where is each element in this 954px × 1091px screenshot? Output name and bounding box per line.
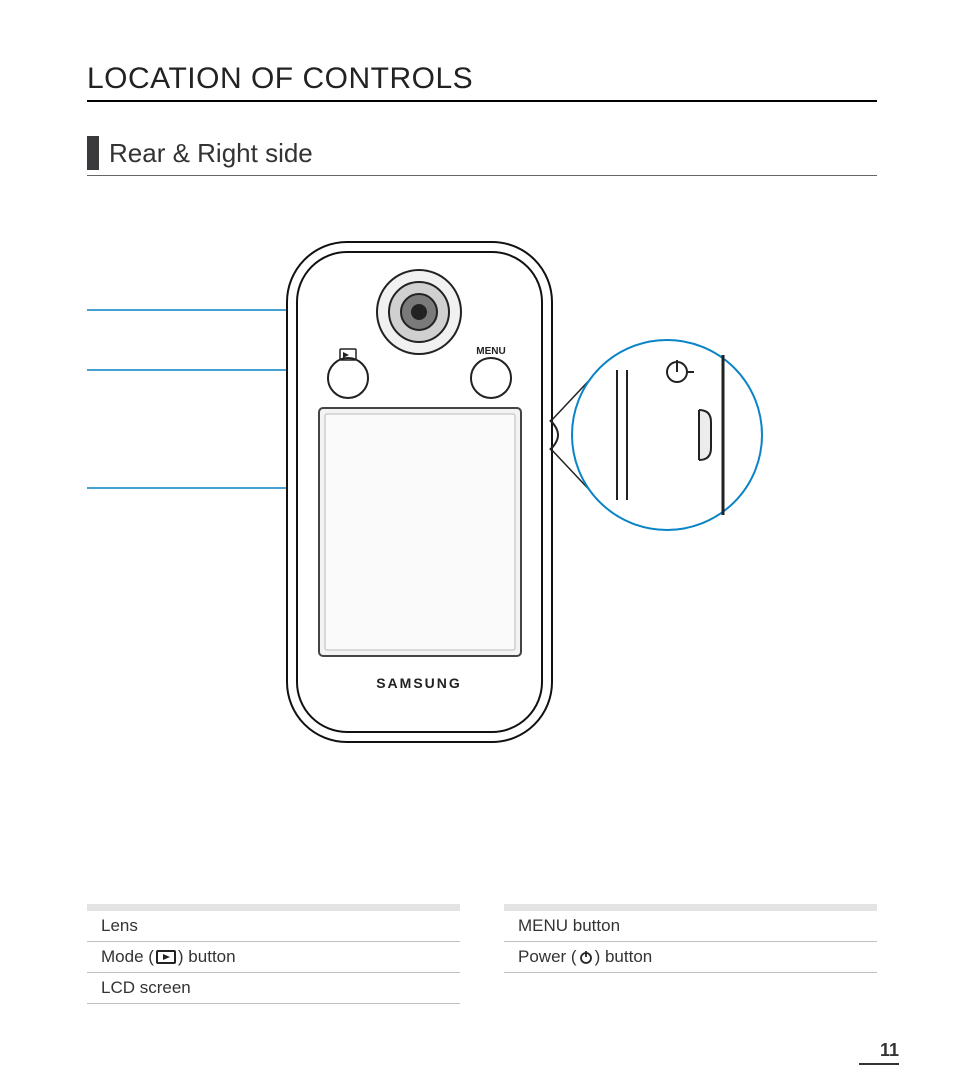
legend-column-right: MENU button Power ( ) button — [504, 904, 877, 1004]
legend-label: LCD screen — [101, 978, 191, 998]
legend-columns: Lens Mode ( ) button LCD screen MENU but… — [87, 904, 877, 1004]
legend-row: Mode ( ) button — [87, 942, 460, 973]
playback-icon — [156, 950, 176, 964]
legend-row: Power ( ) button — [504, 942, 877, 973]
legend-label-post: ) button — [178, 947, 236, 967]
legend-label: MENU button — [518, 916, 620, 936]
page-title: LOCATION OF CONTROLS — [87, 62, 473, 96]
svg-text:MENU: MENU — [476, 346, 505, 357]
page-number: 11 — [880, 1040, 899, 1061]
subtitle-rule — [87, 175, 877, 176]
legend-label-pre: Mode ( — [101, 947, 154, 967]
device-diagram: MENU SAMSUNG — [87, 230, 807, 790]
legend-label: Lens — [101, 916, 138, 936]
lcd-screen-graphic — [319, 408, 521, 656]
lens-graphic — [377, 270, 461, 354]
legend-column-left: Lens Mode ( ) button LCD screen — [87, 904, 460, 1004]
legend-label-post: ) button — [595, 947, 653, 967]
brand-label: SAMSUNG — [376, 675, 462, 691]
legend-row: MENU button — [504, 904, 877, 942]
section-subtitle: Rear & Right side — [109, 138, 313, 169]
power-icon — [579, 950, 593, 964]
legend-label-pre: Power ( — [518, 947, 577, 967]
page-number-rule — [859, 1063, 899, 1065]
menu-button-graphic: MENU — [471, 346, 511, 398]
subtitle-accent — [87, 136, 99, 170]
zoom-callout — [550, 340, 762, 530]
legend-row: LCD screen — [87, 973, 460, 1004]
title-rule — [87, 100, 877, 102]
legend-row: Lens — [87, 904, 460, 942]
